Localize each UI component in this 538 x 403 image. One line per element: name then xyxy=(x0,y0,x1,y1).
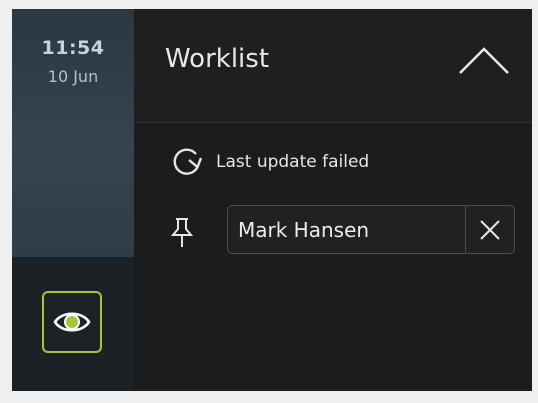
worklist-header[interactable]: Worklist xyxy=(134,9,532,123)
close-icon xyxy=(480,219,500,240)
worklist-title: Worklist xyxy=(165,44,270,74)
clear-patient-button[interactable] xyxy=(465,206,514,253)
left-rail: 11:54 10 Jun xyxy=(12,9,134,391)
collapse-button[interactable] xyxy=(456,41,512,81)
update-status-text: Last update failed xyxy=(216,152,370,172)
pinned-patient-name: Mark Hansen xyxy=(238,218,370,242)
update-status: Last update failed xyxy=(170,144,369,180)
live-view-button[interactable] xyxy=(42,291,102,353)
pin-icon xyxy=(170,218,194,247)
device-frame: 11:54 10 Jun Worklist Last update failed… xyxy=(0,0,538,403)
worklist-panel: Worklist Last update failed Mark Hansen xyxy=(134,9,532,391)
refresh-icon[interactable] xyxy=(170,145,204,179)
pinned-patient-field[interactable]: Mark Hansen xyxy=(227,205,515,254)
clock-time: 11:54 xyxy=(41,37,105,59)
clock-date: 10 Jun xyxy=(47,67,99,86)
chevron-up-icon xyxy=(459,47,509,74)
device-screen: 11:54 10 Jun Worklist Last update failed… xyxy=(12,9,532,391)
eye-icon xyxy=(53,312,91,332)
